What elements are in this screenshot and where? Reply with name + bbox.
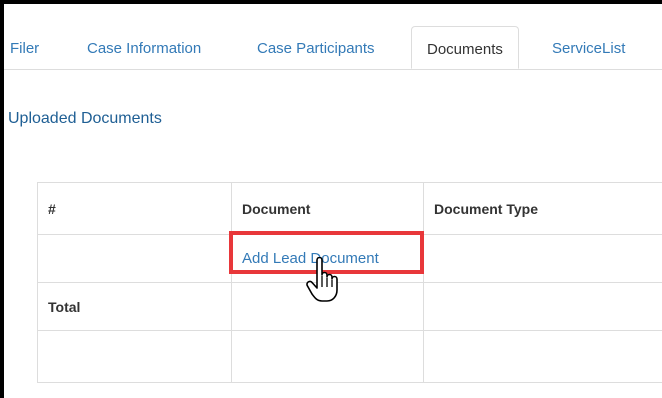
column-header-document-type: Document Type xyxy=(423,182,662,235)
table-cell xyxy=(423,282,662,331)
table-cell xyxy=(423,234,662,283)
total-label: Total xyxy=(37,282,232,331)
tab-documents[interactable]: Documents xyxy=(411,26,519,69)
app-frame: Filer Case Information Case Participants… xyxy=(4,4,662,398)
tab-case-information[interactable]: Case Information xyxy=(87,29,201,69)
table-cell xyxy=(423,330,662,383)
table-row xyxy=(37,330,662,383)
table-cell xyxy=(231,282,424,331)
column-header-document: Document xyxy=(231,182,424,235)
tab-filer[interactable]: Filer xyxy=(10,29,39,69)
uploaded-documents-heading: Uploaded Documents xyxy=(8,110,162,127)
tab-case-participants[interactable]: Case Participants xyxy=(257,29,375,69)
table-row: Add Lead Document xyxy=(37,234,662,283)
table-cell: Add Lead Document xyxy=(231,234,424,283)
documents-table: # Document Document Type Add Lead Docume… xyxy=(37,182,662,383)
table-cell xyxy=(37,330,232,383)
table-header-row: # Document Document Type xyxy=(37,182,662,235)
table-cell xyxy=(37,234,232,283)
total-row: Total xyxy=(37,282,662,331)
tab-servicelist[interactable]: ServiceList xyxy=(552,29,625,69)
add-lead-document-link[interactable]: Add Lead Document xyxy=(242,250,379,267)
tab-bar: Filer Case Information Case Participants… xyxy=(4,26,662,70)
column-header-number: # xyxy=(37,182,232,235)
table-cell xyxy=(231,330,424,383)
